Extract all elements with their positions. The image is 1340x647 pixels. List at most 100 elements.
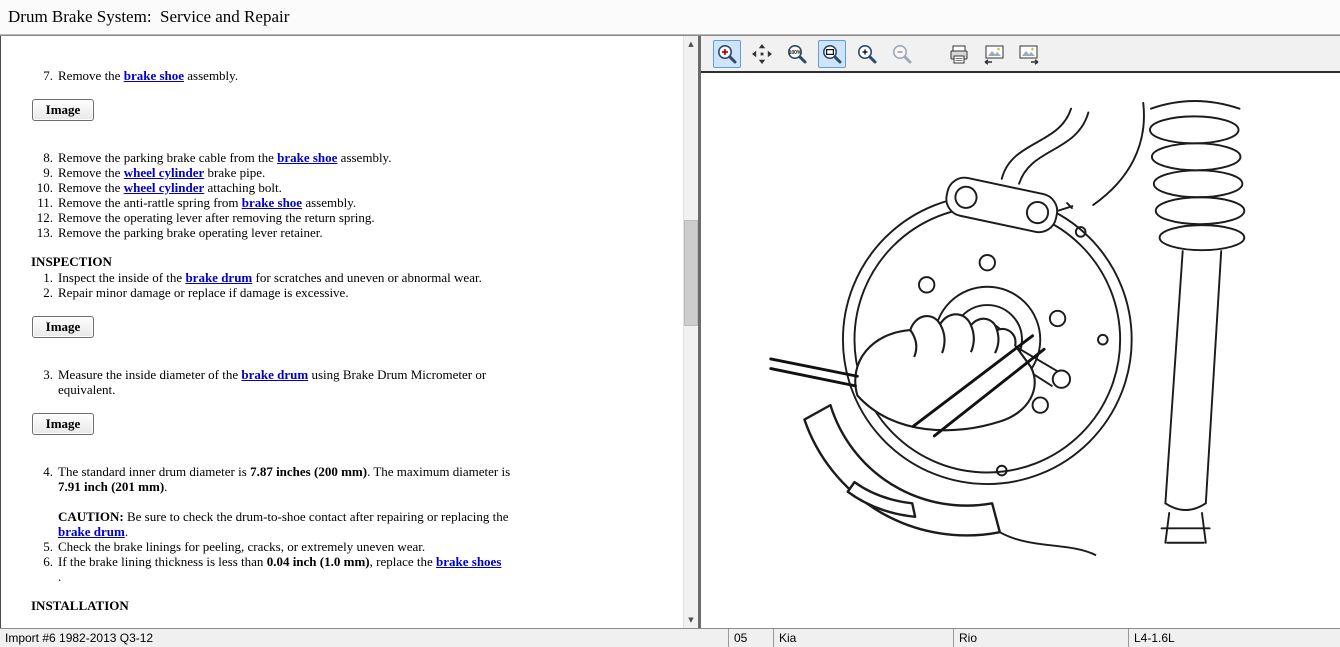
main-split: 7.Remove the brake shoe assembly.Image8.…	[0, 35, 1340, 628]
scroll-down-icon[interactable]: ▼	[684, 612, 698, 628]
scroll-up-icon[interactable]: ▲	[684, 36, 698, 52]
zoom-in-button[interactable]	[853, 40, 881, 68]
part-link[interactable]: brake shoe	[242, 195, 302, 210]
item-text: Remove the operating lever after removin…	[58, 210, 375, 225]
zoom-out-button	[888, 40, 916, 68]
part-link[interactable]: wheel cylinder	[124, 180, 205, 195]
item-text: If the brake lining thickness is less th…	[58, 554, 501, 569]
part-link[interactable]: wheel cylinder	[124, 165, 205, 180]
magnifier-minus-icon	[891, 43, 913, 65]
print-button[interactable]	[945, 40, 973, 68]
image-next-icon	[1017, 43, 1041, 65]
item-text: The standard inner drum diameter is 7.87…	[58, 464, 518, 494]
image-viewport	[701, 73, 1340, 628]
page-title-text: Drum Brake System: Service and Repair	[8, 7, 289, 27]
svg-text:100%: 100%	[789, 50, 802, 56]
part-link[interactable]: brake drum	[185, 270, 252, 285]
text-segment: Remove the	[58, 68, 124, 83]
item-text: Measure the inside diameter of the brake…	[58, 367, 518, 397]
status-cell: Rio	[953, 629, 1128, 647]
item-number: 4.	[31, 464, 58, 494]
image-button-row: Image	[32, 413, 677, 435]
prev-image-button[interactable]	[980, 40, 1008, 68]
text-segment: CAUTION:	[58, 509, 124, 524]
zoom-region-button[interactable]	[713, 40, 741, 68]
image-toolbar: 100%	[701, 36, 1340, 73]
item-text: Repair minor damage or replace if damage…	[58, 285, 349, 300]
page-title: Drum Brake System: Service and Repair	[0, 0, 1340, 35]
text-segment: brake pipe.	[204, 165, 265, 180]
magnifier-plus-icon	[716, 43, 738, 65]
list-item: 3.Measure the inside diameter of the bra…	[31, 367, 677, 397]
document-panel: 7.Remove the brake shoe assembly.Image8.…	[0, 36, 698, 628]
image-button-row: Image	[32, 99, 677, 121]
image-button[interactable]: Image	[32, 413, 94, 435]
brake-assembly-illustration	[713, 87, 1329, 627]
status-bar: Import #6 1982-2013 Q3-1205KiaRioL4-1.6L	[0, 628, 1340, 647]
list-item: 11.Remove the anti-rattle spring from br…	[31, 195, 677, 210]
zoom-100-button[interactable]: 100%	[783, 40, 811, 68]
status-cell: 05	[728, 629, 773, 647]
list-item: 9.Remove the wheel cylinder brake pipe.	[31, 165, 677, 180]
magnifier-100-icon: 100%	[786, 43, 808, 65]
list-item: 2.Repair minor damage or replace if dama…	[31, 285, 677, 300]
text-segment: 0.04 inch (1.0 mm)	[267, 554, 370, 569]
item-number: 11.	[31, 195, 58, 210]
image-button[interactable]: Image	[32, 316, 94, 338]
list-item: 7.Remove the brake shoe assembly.	[31, 68, 677, 83]
text-segment: Remove the operating lever after removin…	[58, 210, 375, 225]
part-link[interactable]: brake shoe	[277, 150, 337, 165]
text-segment: Repair minor damage or replace if damage…	[58, 285, 349, 300]
scrollbar-track[interactable]	[684, 52, 698, 612]
item-number: 10.	[31, 180, 58, 195]
vertical-scrollbar[interactable]: ▲ ▼	[683, 36, 698, 628]
section-heading: INSTALLATION	[31, 598, 677, 613]
item-number: 5.	[31, 539, 58, 554]
item-text: Remove the anti-rattle spring from brake…	[58, 195, 356, 210]
section-heading: INSPECTION	[31, 254, 677, 269]
next-image-button[interactable]	[1015, 40, 1043, 68]
text-segment: attaching bolt.	[204, 180, 282, 195]
list-item: 6.If the brake lining thickness is less …	[31, 554, 677, 569]
part-link[interactable]: brake drum	[58, 524, 125, 539]
pan-arrows-icon	[751, 43, 773, 65]
list-item: 8.Remove the parking brake cable from th…	[31, 150, 677, 165]
paragraph: CAUTION: Be sure to check the drum-to-sh…	[31, 509, 677, 539]
paragraph: .	[31, 569, 677, 584]
text-segment: .	[125, 524, 128, 539]
scrollbar-thumb[interactable]	[684, 220, 698, 326]
text-segment: Measure the inside diameter of the	[58, 367, 241, 382]
text-segment: assembly.	[302, 195, 356, 210]
text-segment: The standard inner drum diameter is	[58, 464, 250, 479]
item-text: CAUTION: Be sure to check the drum-to-sh…	[58, 509, 518, 539]
pan-button[interactable]	[748, 40, 776, 68]
text-segment: 7.91 inch (201 mm)	[58, 479, 164, 494]
list-item: 12.Remove the operating lever after remo…	[31, 210, 677, 225]
text-segment: assembly.	[184, 68, 238, 83]
item-text: Remove the wheel cylinder attaching bolt…	[58, 180, 282, 195]
printer-icon	[948, 43, 970, 65]
item-number: 3.	[31, 367, 58, 397]
part-link[interactable]: brake shoes	[436, 554, 501, 569]
text-segment: Remove the	[58, 180, 124, 195]
item-number: 6.	[31, 554, 58, 569]
text-segment: .	[164, 479, 167, 494]
text-segment: Remove the parking brake cable from the	[58, 150, 277, 165]
item-number: 7.	[31, 68, 58, 83]
status-cell: Kia	[773, 629, 953, 647]
item-text: Remove the parking brake cable from the …	[58, 150, 391, 165]
part-link[interactable]: brake shoe	[124, 68, 184, 83]
list-item: 10.Remove the wheel cylinder attaching b…	[31, 180, 677, 195]
item-number	[31, 569, 58, 584]
item-text: Remove the wheel cylinder brake pipe.	[58, 165, 265, 180]
status-cell: Import #6 1982-2013 Q3-12	[0, 629, 728, 647]
fit-to-window-button[interactable]	[818, 40, 846, 68]
text-segment: Remove the	[58, 165, 124, 180]
list-item: 1.Inspect the inside of the brake drum f…	[31, 270, 677, 285]
item-number: 13.	[31, 225, 58, 240]
image-button[interactable]: Image	[32, 99, 94, 121]
item-number: 2.	[31, 285, 58, 300]
text-segment: . The maximum diameter is	[367, 464, 510, 479]
part-link[interactable]: brake drum	[241, 367, 308, 382]
item-number: 9.	[31, 165, 58, 180]
